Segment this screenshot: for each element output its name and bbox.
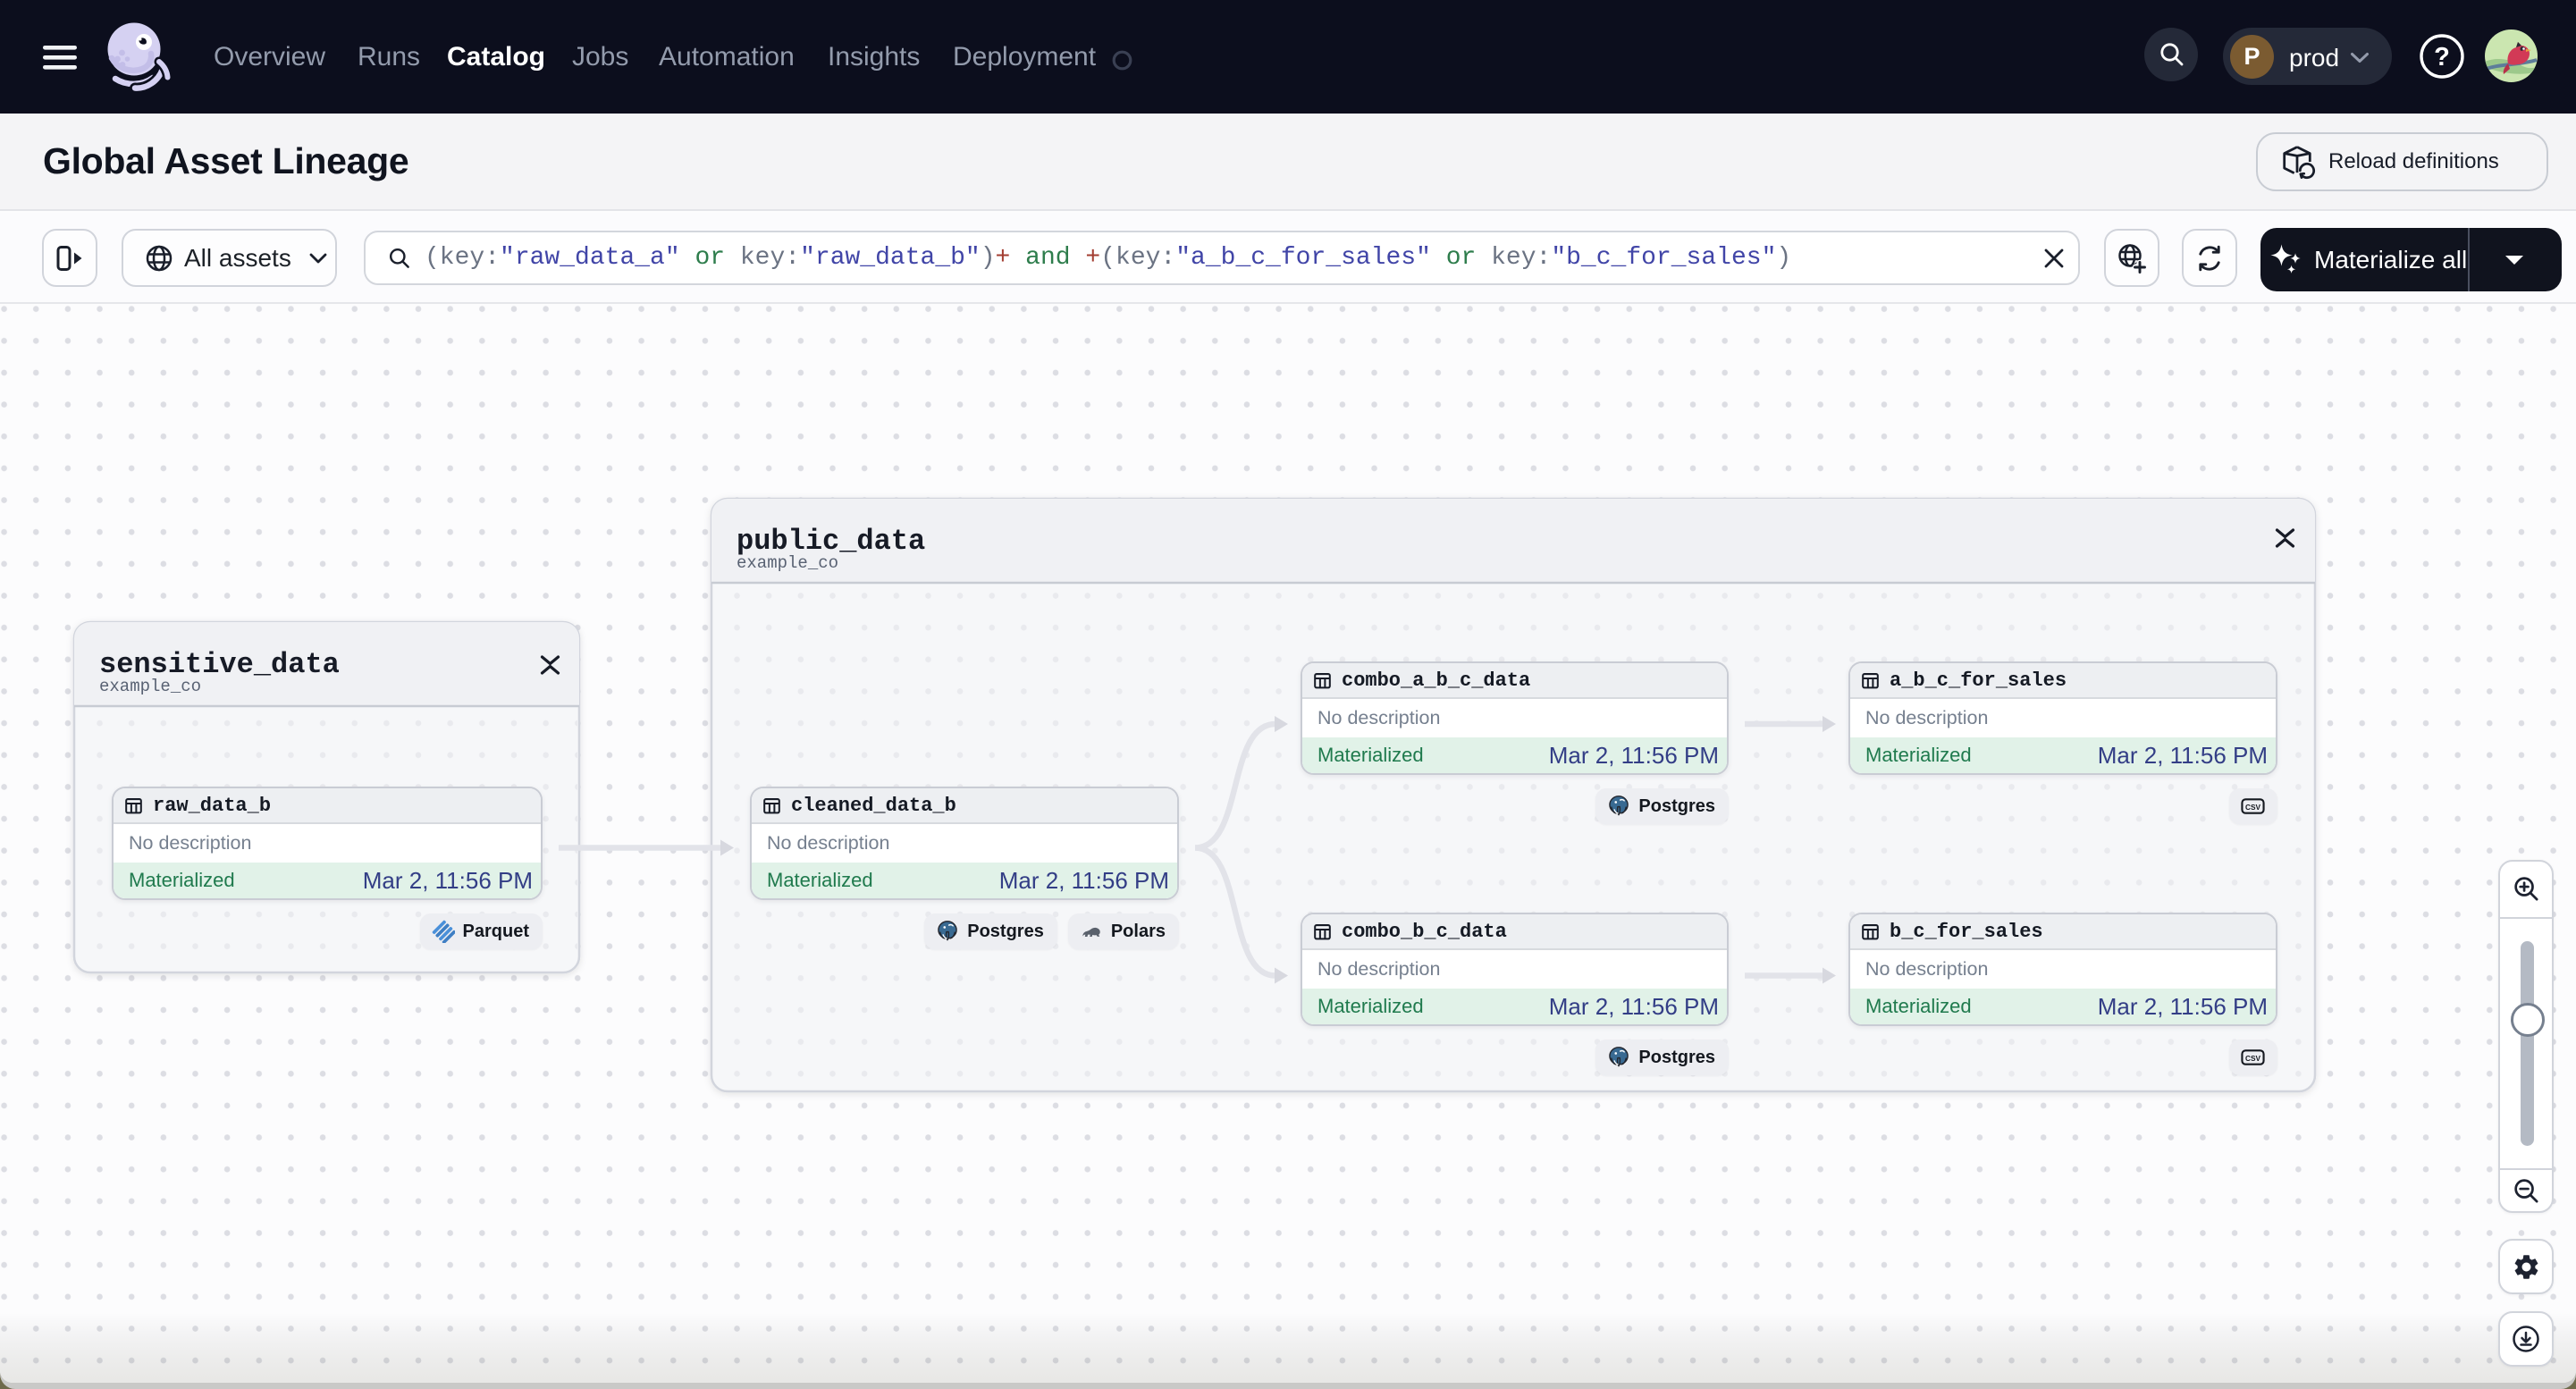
svg-text:?: ? (2434, 43, 2450, 72)
svg-text:CSV: CSV (2245, 1054, 2261, 1063)
svg-text:CSV: CSV (2245, 803, 2261, 812)
